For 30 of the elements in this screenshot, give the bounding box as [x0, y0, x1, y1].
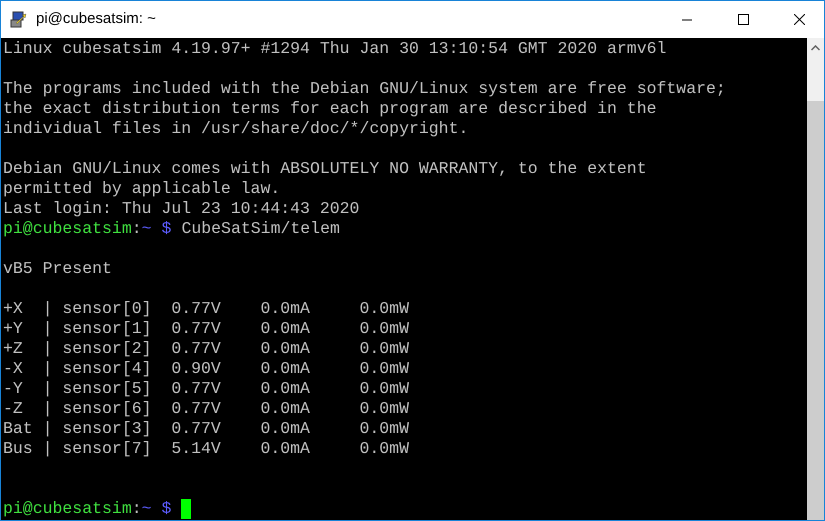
terminal-line: -Y | sensor[5] 0.77V 0.0mA 0.0mW: [3, 379, 409, 399]
terminal-line: Linux cubesatsim 4.19.97+ #1294 Thu Jan 30 13:10:54 GMT 2020 armv6l: [3, 39, 666, 59]
computer-icon: [10, 10, 28, 28]
prompt-separator: :: [132, 219, 142, 239]
prompt-directory: ~: [142, 219, 152, 239]
terminal-line: +Y | sensor[1] 0.77V 0.0mA 0.0mW: [3, 319, 409, 339]
command-text: CubeSatSim/telem: [181, 219, 340, 239]
prompt-user: pi@cubesatsim: [3, 499, 132, 519]
terminal-line: -X | sensor[4] 0.90V 0.0mA 0.0mW: [3, 359, 409, 379]
terminal-line: Bat | sensor[3] 0.77V 0.0mA 0.0mW: [3, 419, 409, 439]
terminal-line: -Z | sensor[6] 0.77V 0.0mA 0.0mW: [3, 399, 409, 419]
prompt-directory: ~: [142, 499, 152, 519]
terminal-line: individual files in /usr/share/doc/*/copyright.: [3, 119, 468, 139]
prompt-user: pi@cubesatsim: [3, 219, 132, 239]
close-icon: [794, 14, 804, 25]
prompt-separator: :: [132, 499, 142, 519]
terminal-line: Debian GNU/Linux comes with ABSOLUTELY NO WARRANTY, to the extent: [3, 159, 647, 179]
prompt-sign: $: [162, 219, 172, 239]
terminal-line: vB5 Present: [3, 259, 112, 279]
terminal-line: The programs included with the Debian GNU/Linux system are free software;: [3, 79, 726, 99]
terminal-line: permitted by applicable law.: [3, 179, 280, 199]
terminal-line: Bus | sensor[7] 5.14V 0.0mA 0.0mW: [3, 439, 409, 459]
prompt-sign: $: [162, 499, 172, 519]
maximize-icon: [738, 14, 748, 25]
terminal-line: +Z | sensor[2] 0.77V 0.0mA 0.0mW: [3, 339, 409, 359]
terminal-line: the exact distribution terms for each program are described in the: [3, 99, 657, 119]
window-title: pi@cubesatsim: ~: [36, 9, 156, 30]
terminal-line: +X | sensor[0] 0.77V 0.0mA 0.0mW: [3, 299, 409, 319]
scroll-up-icon: [811, 45, 820, 51]
terminal-line: Last login: Thu Jul 23 10:44:43 2020: [3, 199, 360, 219]
